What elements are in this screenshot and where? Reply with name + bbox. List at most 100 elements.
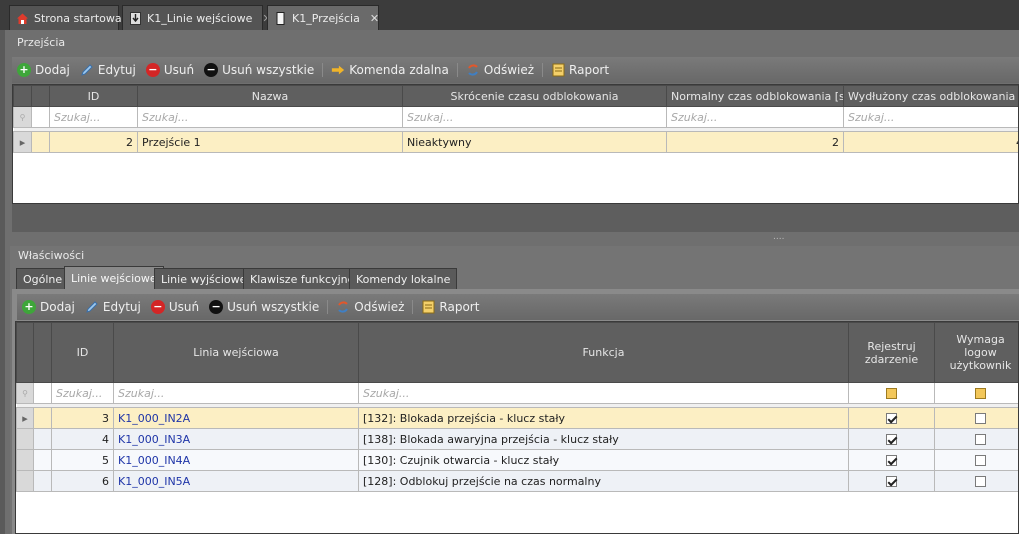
filter-shortening[interactable]: Szukaj...	[402, 106, 667, 128]
column-header-shortening[interactable]: Skrócenie czasu odblokowania	[402, 85, 667, 107]
panel-title: Właściwości	[18, 249, 85, 262]
remove-button[interactable]: − Usuń	[146, 300, 204, 314]
add-button[interactable]: + Dodaj	[17, 300, 80, 314]
cell-function: [132]: Blokada przejścia - klucz stały	[358, 407, 849, 429]
indicator-header	[31, 85, 50, 107]
input-lines-toolbar: + Dodaj Edytuj − Usuń − Usuń wszystkie Odśw…	[17, 294, 1019, 320]
checkbox-icon[interactable]	[886, 413, 897, 424]
checkbox-icon[interactable]	[975, 455, 986, 466]
door-icon	[274, 11, 287, 25]
cell-requires-login[interactable]	[934, 449, 1018, 471]
checkbox-icon[interactable]	[886, 455, 897, 466]
cell-input-line[interactable]: K1_000_IN3A	[113, 428, 359, 450]
cell-register-event[interactable]	[848, 407, 935, 429]
filter-extended-time[interactable]: Szukaj...	[843, 106, 1018, 128]
filter-row: ⚲ Szukaj... Szukaj... Szukaj...	[16, 382, 1018, 404]
checkbox-filter-icon[interactable]	[886, 388, 897, 399]
column-header-id[interactable]: ID	[49, 85, 138, 107]
report-icon	[421, 300, 435, 314]
refresh-button[interactable]: Odśwież	[461, 63, 539, 77]
remove-all-button[interactable]: − Usuń wszystkie	[199, 63, 319, 77]
tab-general[interactable]: Ogólne	[16, 268, 70, 289]
splitter-handle[interactable]: ....	[773, 232, 784, 242]
column-header-register-event[interactable]: Rejestruj zdarzenie	[848, 322, 935, 383]
minus-circle-icon: −	[204, 63, 219, 77]
remote-command-button[interactable]: Komenda zdalna	[326, 63, 454, 77]
column-header-normal-time[interactable]: Normalny czas odblokowania [s]	[666, 85, 844, 107]
table-row[interactable]: 4 K1_000_IN3A [138]: Blokada awaryjna prze…	[16, 428, 1018, 450]
cell-register-event[interactable]	[848, 470, 935, 492]
checkbox-icon[interactable]	[975, 434, 986, 445]
home-icon	[16, 12, 29, 25]
filter-input-line[interactable]: Szukaj...	[113, 382, 359, 404]
filter-id[interactable]: Szukaj...	[51, 382, 114, 404]
filter-id[interactable]: Szukaj...	[49, 106, 138, 128]
table-row[interactable]: ▸ 3 K1_000_IN2A [132]: Blokada przejścia - …	[16, 407, 1018, 429]
column-header-name[interactable]: Nazwa	[137, 85, 403, 107]
report-button[interactable]: Raport	[546, 63, 614, 77]
checkbox-icon[interactable]	[886, 476, 897, 487]
filter-name[interactable]: Szukaj...	[137, 106, 403, 128]
table-row[interactable]: ▸ 2 Przejście 1 Nieaktywny 2 4	[13, 131, 1018, 153]
tab-label: Strona startowa	[34, 11, 122, 25]
input-line-icon	[129, 11, 142, 25]
column-header-extended-time[interactable]: Wydłużony czas odblokowania [s]	[843, 85, 1018, 107]
document-tab-strip: Strona startowa K1_Linie wejściowe ✕ K1_…	[0, 0, 1019, 30]
table-row[interactable]: 5 K1_000_IN4A [130]: Czujnik otwarcia - kl…	[16, 449, 1018, 471]
edit-button[interactable]: Edytuj	[80, 300, 146, 314]
checkbox-filter-icon[interactable]	[975, 388, 986, 399]
table-row[interactable]: 6 K1_000_IN5A [128]: Odblokuj przejście na…	[16, 470, 1018, 492]
cell-requires-login[interactable]	[934, 428, 1018, 450]
filter-function[interactable]: Szukaj...	[358, 382, 849, 404]
edit-button[interactable]: Edytuj	[75, 63, 141, 77]
tab-transitions[interactable]: K1_Przejścia ✕	[267, 5, 379, 30]
filter-row: ⚲ Szukaj... Szukaj... Szukaj... Szukaj..…	[13, 106, 1018, 128]
cell-requires-login[interactable]	[934, 407, 1018, 429]
tab-input-lines[interactable]: K1_Linie wejściowe ✕	[122, 5, 272, 30]
cell-id: 6	[51, 470, 114, 492]
checkbox-icon[interactable]	[975, 476, 986, 487]
refresh-icon	[336, 300, 350, 314]
indicator-header	[13, 85, 32, 107]
filter-normal-time[interactable]: Szukaj...	[666, 106, 844, 128]
transitions-toolbar: + Dodaj Edytuj − Usuń − Usuń wszystkie Kome…	[12, 57, 1019, 83]
column-header-input-line[interactable]: Linia wejściowa	[113, 322, 359, 383]
cell-extended-time: 4	[843, 131, 1018, 153]
add-button[interactable]: + Dodaj	[12, 63, 75, 77]
separator	[412, 300, 414, 314]
tab-input-lines[interactable]: Linie wejściowe	[64, 266, 164, 289]
refresh-button[interactable]: Odśwież	[331, 300, 409, 314]
column-header-requires-login[interactable]: Wymaga logow użytkownik	[934, 322, 1018, 383]
cell-requires-login[interactable]	[934, 470, 1018, 492]
column-header-id[interactable]: ID	[51, 322, 114, 383]
cell-function: [128]: Odblokuj przejście na czas normal…	[358, 470, 849, 492]
cell-register-event[interactable]	[848, 449, 935, 471]
cell-input-line[interactable]: K1_000_IN5A	[113, 470, 359, 492]
remove-all-button[interactable]: − Usuń wszystkie	[204, 300, 324, 314]
arrow-right-icon	[331, 63, 345, 77]
column-header-function[interactable]: Funkcja	[358, 322, 849, 383]
minus-icon: −	[145, 63, 160, 77]
pencil-icon	[80, 63, 94, 77]
pencil-icon	[85, 300, 99, 314]
close-icon[interactable]: ✕	[370, 12, 379, 25]
filter-register-event[interactable]	[848, 382, 935, 404]
cell-input-line[interactable]: K1_000_IN2A	[113, 407, 359, 429]
cell-id: 3	[51, 407, 114, 429]
checkbox-icon[interactable]	[886, 434, 897, 445]
tab-function-keys[interactable]: Klawisze funkcyjne	[243, 268, 362, 289]
checkbox-icon[interactable]	[975, 413, 986, 424]
cell-input-line[interactable]: K1_000_IN4A	[113, 449, 359, 471]
report-button[interactable]: Raport	[416, 300, 484, 314]
cell-function: [130]: Czujnik otwarcia - klucz stały	[358, 449, 849, 471]
tab-local-commands[interactable]: Komendy lokalne	[349, 268, 458, 289]
panel-title: Przejścia	[17, 36, 66, 49]
tab-home[interactable]: Strona startowa	[9, 5, 122, 30]
cell-id: 2	[49, 131, 138, 153]
remove-button[interactable]: − Usuń	[141, 63, 199, 77]
cell-register-event[interactable]	[848, 428, 935, 450]
plus-icon: +	[22, 300, 36, 314]
filter-requires-login[interactable]	[934, 382, 1018, 404]
tab-output-lines[interactable]: Linie wyjściowe	[154, 268, 254, 289]
search-icon: ⚲	[16, 382, 34, 404]
